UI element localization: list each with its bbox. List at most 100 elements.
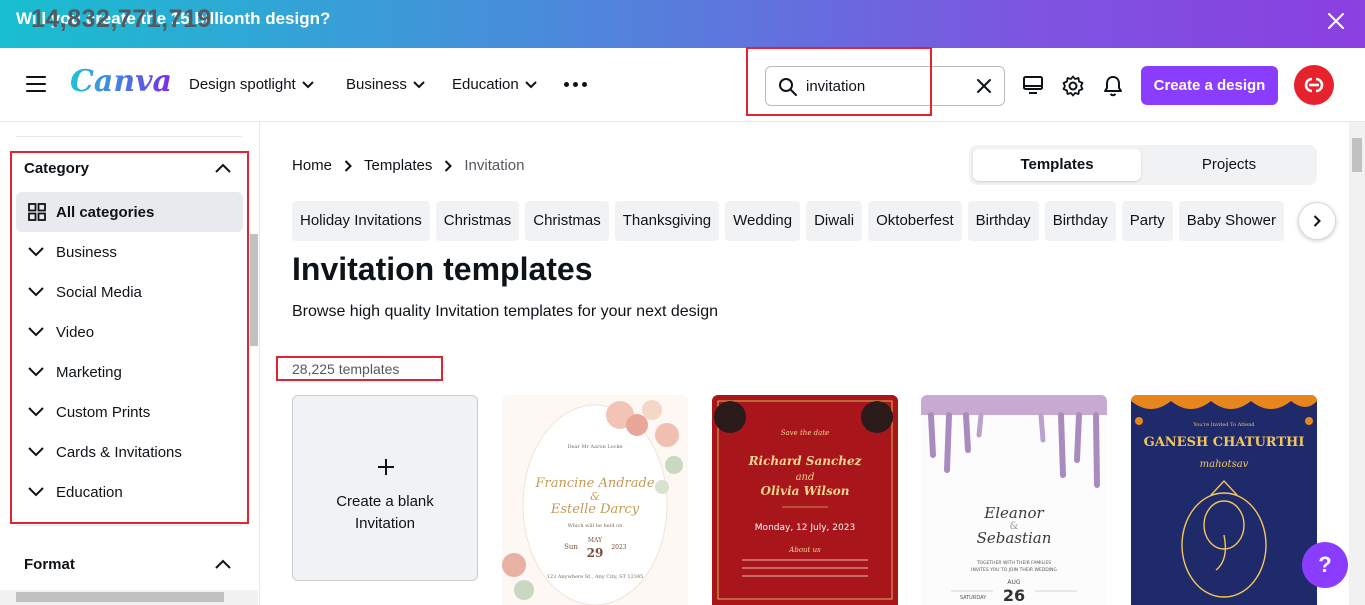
t1-name2: Estelle Darcy — [550, 502, 640, 517]
t1-name1: Francine Andrade — [534, 476, 654, 491]
chevron-down-icon — [28, 407, 44, 417]
canva-logo[interactable]: Canva — [70, 64, 172, 99]
close-icon[interactable] — [1325, 10, 1347, 32]
more-options-icon[interactable] — [564, 82, 587, 87]
t1-date: 29 — [587, 546, 604, 560]
t2-date: Monday, 12 July, 2023 — [755, 523, 855, 533]
template-thumbnail: Eleanor & Sebastian TOGETHER WITH THEIR … — [921, 395, 1107, 605]
chip[interactable]: Christmas — [525, 201, 609, 241]
templates-projects-toggle: Templates Projects — [969, 145, 1317, 185]
template-thumbnail: You're Invited To Attend GANESH CHATURTH… — [1131, 395, 1317, 605]
nav-design-spotlight[interactable]: Design spotlight — [189, 76, 314, 93]
t3-name2: Sebastian — [977, 529, 1052, 547]
chip[interactable]: Baby Shower — [1178, 201, 1284, 241]
chip[interactable]: Wedding — [725, 201, 801, 241]
create-design-button[interactable]: Create a design — [1141, 66, 1278, 105]
chevron-down-icon — [413, 80, 425, 88]
hamburger-menu-icon[interactable] — [26, 76, 46, 94]
help-button[interactable]: ? — [1302, 542, 1348, 588]
chip[interactable]: Holiday Invitations — [292, 201, 430, 241]
chevron-down-icon — [28, 287, 44, 297]
tab-templates[interactable]: Templates — [973, 149, 1141, 181]
sidebar-item-label: All categories — [56, 203, 155, 221]
chevron-up-icon[interactable] — [214, 162, 232, 174]
template-card-wisteria-wedding[interactable]: Eleanor & Sebastian TOGETHER WITH THEIR … — [921, 395, 1107, 605]
t3-date: 26 — [1003, 586, 1025, 605]
sidebar-item-social-media[interactable]: Social Media — [16, 272, 243, 312]
chevron-down-icon — [28, 367, 44, 377]
user-logo-icon — [1304, 77, 1324, 93]
template-thumbnail: Save the date Richard Sanchez and Olivia… — [712, 395, 898, 605]
breadcrumb-home[interactable]: Home — [292, 157, 332, 174]
suggestion-chips: Holiday Invitations Christmas Christmas Tha… — [292, 201, 1332, 241]
template-card-ganesh-chaturthi[interactable]: You're Invited To Attend GANESH CHATURTH… — [1131, 395, 1317, 605]
template-card-red-save-the-date[interactable]: Save the date Richard Sanchez and Olivia… — [712, 395, 898, 605]
t2-and: and — [796, 472, 815, 483]
nav-education[interactable]: Education — [452, 76, 537, 93]
banner-counter: 14,832,771,719 — [31, 5, 212, 33]
chip[interactable]: Christmas — [435, 201, 520, 241]
create-blank-label: Create a blank Invitation — [336, 493, 434, 532]
sidebar-item-label: Marketing — [56, 363, 122, 381]
chip[interactable]: Thanksgiving — [614, 201, 720, 241]
chip[interactable]: Birthday — [1044, 201, 1116, 241]
t4-pre: You're Invited To Attend — [1192, 422, 1255, 428]
chips-next-button[interactable] — [1298, 202, 1336, 240]
breadcrumb-invitation: Invitation — [464, 157, 525, 174]
bell-icon[interactable] — [1103, 75, 1123, 97]
sidebar-item-video[interactable]: Video — [16, 312, 243, 352]
t1-day: Sun — [564, 543, 578, 551]
page-subtitle: Browse high quality Invitation templates… — [292, 303, 719, 320]
t1-address: 123 Anywhere St., Any City, ST 12345 — [547, 574, 644, 580]
chevron-down-icon — [28, 447, 44, 457]
breadcrumb-templates[interactable]: Templates — [364, 157, 432, 174]
chip[interactable]: Oktoberfest — [868, 201, 962, 241]
sidebar-item-all-categories[interactable]: All categories — [16, 192, 243, 232]
avatar[interactable] — [1294, 65, 1334, 105]
chevron-down-icon — [28, 487, 44, 497]
desktop-app-icon[interactable] — [1022, 75, 1044, 95]
tab-projects[interactable]: Projects — [1145, 149, 1313, 181]
chevron-right-icon — [1313, 215, 1321, 227]
t4-script: mahotsav — [1200, 459, 1249, 470]
divider — [16, 136, 242, 137]
sidebar-item-cards-invitations[interactable]: Cards & Invitations — [16, 432, 243, 472]
chip[interactable]: Party — [1121, 201, 1173, 241]
t3-invite: TOGETHER WITH THEIR FAMILIES — [976, 560, 1051, 566]
create-blank-card[interactable]: Create a blank Invitation — [292, 395, 478, 581]
chip[interactable]: Diwali — [806, 201, 863, 241]
main-content: Home Templates Invitation Templates Proj… — [261, 122, 1349, 605]
clear-search-icon[interactable] — [976, 78, 992, 94]
nav-business[interactable]: Business — [346, 76, 425, 93]
template-card-floral-wedding[interactable]: Dear Mr Aaron Locke Francine Andrade & E… — [502, 395, 688, 605]
chip[interactable]: Birthday — [967, 201, 1039, 241]
gear-icon[interactable] — [1062, 75, 1084, 97]
t2-name1: Richard Sanchez — [748, 454, 863, 468]
top-navigation: Canva Design spotlight Business Educatio… — [0, 47, 1365, 122]
breadcrumb: Home Templates Invitation — [292, 157, 524, 174]
t3-invite2: INVITES YOU TO JOIN THEIR WEDDING — [971, 567, 1057, 573]
sidebar-horizontal-scroll-thumb[interactable] — [16, 592, 224, 602]
t3-day: SATURDAY — [960, 595, 987, 601]
t1-month: MAY — [588, 537, 603, 544]
page-scroll-thumb[interactable] — [1352, 138, 1362, 172]
chevron-up-icon[interactable] — [214, 558, 232, 570]
chevron-right-icon — [344, 159, 352, 172]
sidebar-item-education[interactable]: Education — [16, 472, 243, 512]
category-heading: Category — [24, 160, 90, 177]
promo-banner: Will you create the 15 billionth design?… — [0, 0, 1365, 48]
chevron-down-icon — [302, 80, 314, 88]
sidebar-item-business[interactable]: Business — [16, 232, 243, 272]
plus-icon — [378, 459, 394, 475]
template-thumbnail: Dear Mr Aaron Locke Francine Andrade & E… — [502, 395, 688, 605]
page-scrollbar[interactable] — [1349, 122, 1365, 605]
nav-business-label: Business — [346, 76, 407, 93]
t2-save: Save the date — [781, 429, 830, 437]
sidebar-item-custom-prints[interactable]: Custom Prints — [16, 392, 243, 432]
sidebar-item-label: Business — [56, 243, 117, 261]
t1-year: 2023 — [611, 544, 626, 551]
sidebar-scrollbar[interactable] — [250, 234, 258, 346]
sidebar-item-marketing[interactable]: Marketing — [16, 352, 243, 392]
chevron-right-icon — [445, 159, 453, 172]
t1-line1: Dear Mr Aaron Locke — [568, 444, 623, 450]
